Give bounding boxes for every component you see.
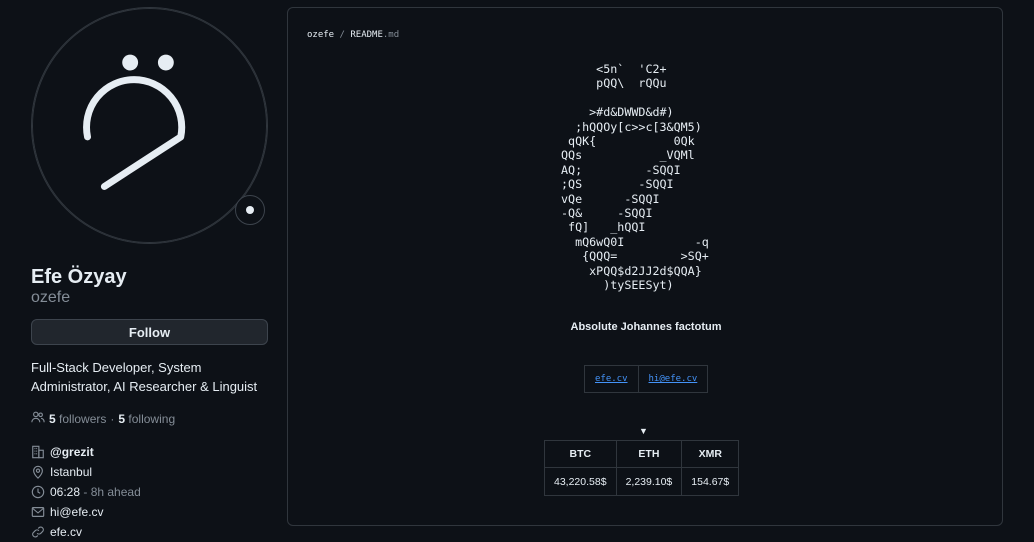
location-row: Istanbul [31, 462, 141, 482]
profile-login: ozefe [31, 289, 71, 306]
ascii-art-logo: <5n` 'C2+ pQQ\ rQQu >#d&DWWD&d#) ;hQQOy[… [561, 62, 709, 293]
readme-file-name[interactable]: README.md [350, 30, 399, 40]
avatar-image [31, 7, 268, 244]
dropdown-triangle-icon: ▼ [639, 426, 648, 436]
profile-details: @grezit Istanbul 06:28 - 8h ahead hi@efe… [31, 442, 141, 542]
organization-row: @grezit [31, 442, 141, 462]
time-offset: - 8h ahead [83, 485, 141, 499]
following-link[interactable]: 5 following [118, 412, 175, 426]
local-time: 06:28 [50, 485, 81, 499]
readme-breadcrumb: ozefe / README.md [307, 30, 399, 40]
email-link[interactable]: hi@efe.cv [50, 505, 104, 519]
table-cell: 154.67$ [681, 467, 740, 496]
table-header: BTC [544, 440, 617, 468]
readme-tagline: Absolute Johannes factotum [570, 321, 722, 333]
readme-owner-link[interactable]: ozefe [307, 30, 334, 40]
followers-link[interactable]: 5 followers [49, 412, 106, 426]
table-header: XMR [681, 440, 740, 468]
status-indicator[interactable] [235, 195, 265, 225]
readme-links-table: efe.cv hi@efe.cv [584, 365, 709, 393]
profile-bio: Full-Stack Developer, System Administrat… [31, 360, 258, 394]
readme-panel: ozefe / README.md <5n` 'C2+ pQQ\ rQQu >#… [287, 7, 1003, 526]
table-header: ETH [615, 440, 683, 468]
clock-icon [31, 485, 45, 499]
website-row: efe.cv [31, 522, 141, 542]
location-text: Istanbul [50, 465, 93, 479]
follow-button[interactable]: Follow [31, 319, 268, 345]
breadcrumb-separator: / [339, 30, 345, 40]
table-header-row: BTC ETH XMR [544, 440, 740, 468]
organization-link[interactable]: @grezit [50, 445, 94, 459]
table-cell: 43,220.58$ [544, 467, 617, 496]
organization-icon [31, 445, 45, 459]
follow-separator: · [110, 411, 115, 426]
crypto-price-table: BTC ETH XMR 43,220.58$ 2,239.10$ 154.67$ [544, 440, 740, 496]
mail-icon [31, 505, 45, 519]
website-readme-link[interactable]: efe.cv [585, 366, 638, 392]
website-link[interactable]: efe.cv [50, 525, 82, 539]
table-row: 43,220.58$ 2,239.10$ 154.67$ [544, 467, 740, 496]
location-icon [31, 465, 45, 479]
follow-stats: 5 followers · 5 following [31, 410, 175, 427]
profile-name: Efe Özyay [31, 266, 127, 288]
avatar[interactable] [31, 7, 268, 244]
time-row: 06:28 - 8h ahead [31, 482, 141, 502]
people-icon [31, 410, 45, 427]
link-icon [31, 525, 45, 539]
email-readme-link[interactable]: hi@efe.cv [637, 366, 708, 392]
email-row: hi@efe.cv [31, 502, 141, 522]
table-cell: 2,239.10$ [615, 467, 683, 496]
